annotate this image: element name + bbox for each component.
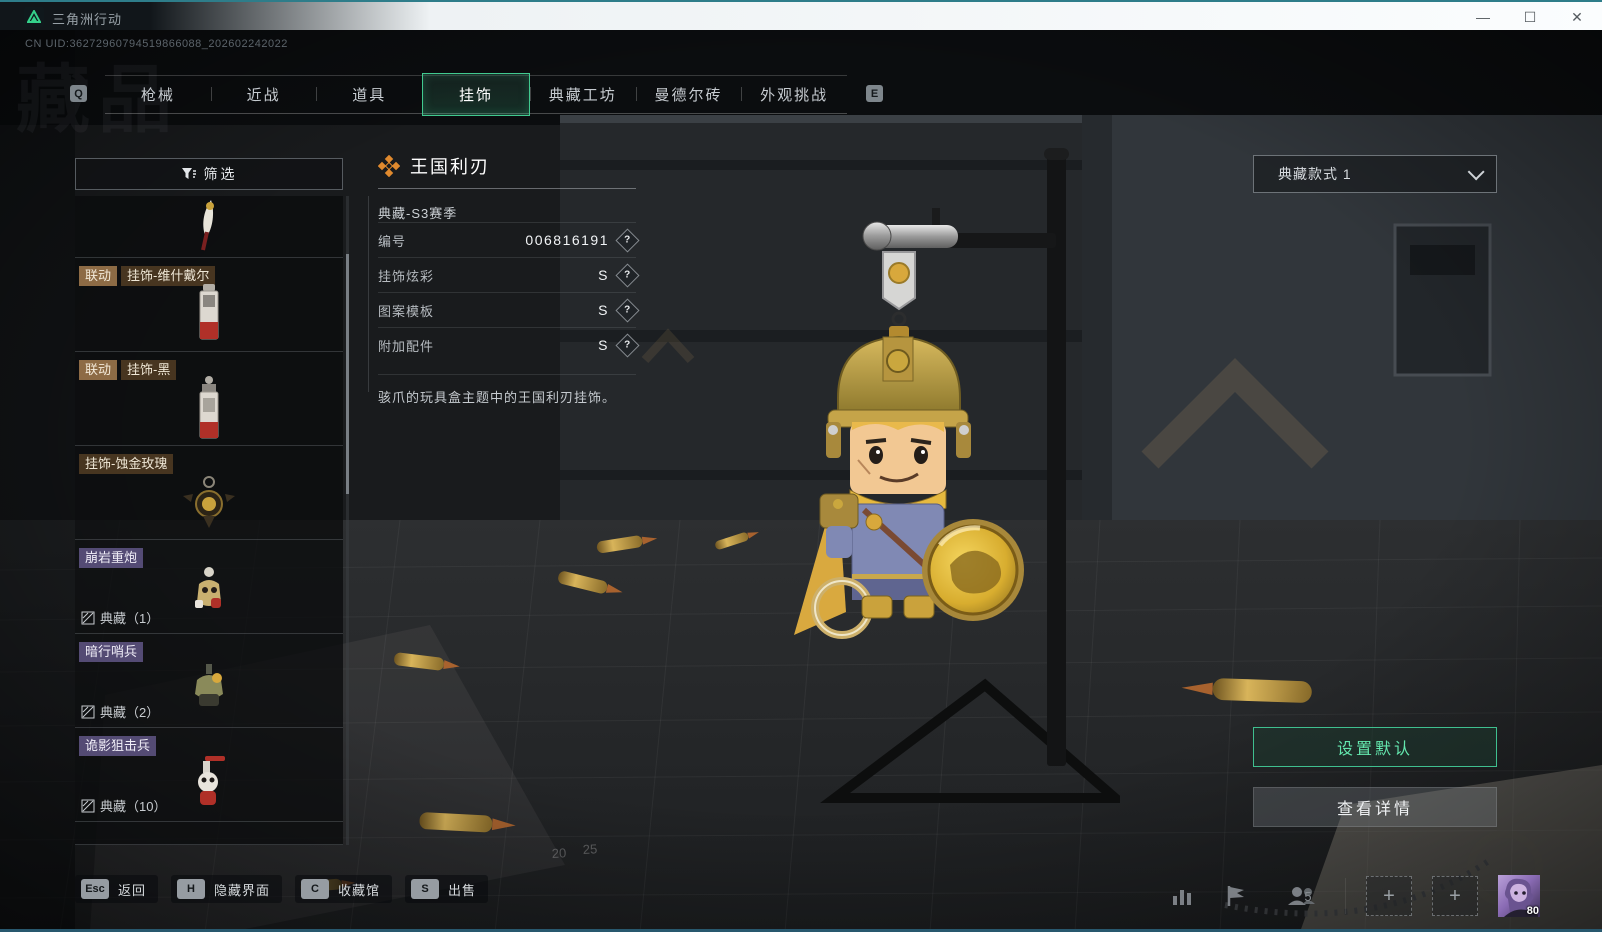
list-item[interactable]: 诡影狙击兵 典藏（10） xyxy=(75,728,343,822)
footer-icon-bar: 5 + + 80 xyxy=(1165,870,1540,922)
detail-row-pattern: 图案模板 S ? xyxy=(378,292,636,327)
collection-count: 典藏（1） xyxy=(81,608,159,627)
item-description: 骇爪的玩具盒主题中的王国利刃挂饰。 xyxy=(378,374,636,406)
tab-melee[interactable]: 近战 xyxy=(211,76,317,113)
pendant-list: 联动 挂饰-维什戴尔 联动 挂饰-黑 xyxy=(75,196,343,845)
list-scrollbar xyxy=(346,196,349,845)
item-name-label: 暗行哨兵 xyxy=(79,642,143,662)
collab-badge: 联动 xyxy=(79,360,117,380)
app-logo-icon xyxy=(24,7,44,27)
tab-items[interactable]: 道具 xyxy=(316,76,422,113)
list-item[interactable]: 挂饰-蚀金玫瑰 xyxy=(75,446,343,540)
tab-mandel-brick[interactable]: 曼德尔砖 xyxy=(636,76,742,113)
filter-funnel-icon xyxy=(181,167,196,181)
tab-pendants[interactable]: 挂饰 xyxy=(422,73,530,116)
flag-icon xyxy=(1225,884,1247,908)
detail-row-accessory: 附加配件 S ? xyxy=(378,327,636,362)
collection-pattern-icon xyxy=(81,611,95,625)
item-detail-panel: 王国利刃 典藏-S3赛季 编号 006816191 ? 挂饰炫彩 S ? 图案模… xyxy=(378,148,636,406)
item-name-label: 挂饰-蚀金玫瑰 xyxy=(79,454,173,474)
minimize-button[interactable]: — xyxy=(1466,6,1500,28)
list-item[interactable] xyxy=(75,196,343,258)
help-icon[interactable]: ? xyxy=(615,298,639,322)
grade-value: S xyxy=(598,267,609,283)
window-titlebar: 三角洲行动 — ☐ ✕ xyxy=(0,0,1602,30)
tab-firearms[interactable]: 枪械 xyxy=(105,76,211,113)
grade-value: S xyxy=(598,302,609,318)
pendant-display-stand xyxy=(780,130,1120,830)
tab-collection-workshop[interactable]: 典藏工坊 xyxy=(530,76,636,113)
add-slot-button[interactable]: + xyxy=(1366,876,1412,916)
shortcut-collection-hall[interactable]: C 收藏馆 xyxy=(295,875,392,903)
charm-thumbnail xyxy=(189,198,229,254)
view-details-button[interactable]: 查看详情 xyxy=(1253,787,1497,827)
panel-divider xyxy=(368,196,369,392)
list-item[interactable]: 联动 挂饰-黑 xyxy=(75,352,343,446)
charm-thumbnail xyxy=(187,664,231,714)
app-window: 20 25 xyxy=(0,0,1602,932)
detail-row-number: 编号 006816191 ? xyxy=(378,222,636,257)
style-dropdown[interactable]: 典藏款式 1 xyxy=(1253,155,1497,193)
social-button[interactable]: 5 xyxy=(1273,879,1325,913)
category-tabbar: 枪械 近战 道具 挂饰 典藏工坊 曼德尔砖 外观挑战 xyxy=(105,75,847,114)
window-title: 三角洲行动 xyxy=(52,9,122,28)
collection-grade-icon xyxy=(378,155,400,177)
list-item[interactable] xyxy=(75,822,343,845)
help-icon[interactable]: ? xyxy=(615,263,639,287)
maximize-button[interactable]: ☐ xyxy=(1513,6,1547,28)
collection-count: 典藏（2） xyxy=(81,702,159,721)
charm-thumbnail xyxy=(181,474,237,534)
shortcut-back[interactable]: Esc 返回 xyxy=(75,875,158,903)
bar-chart-icon xyxy=(1170,884,1194,908)
filter-button[interactable]: 筛选 xyxy=(75,158,343,190)
grade-value: S xyxy=(598,337,609,353)
serial-number: 006816191 xyxy=(525,232,609,248)
charm-thumbnail xyxy=(187,754,231,810)
list-item[interactable]: 联动 挂饰-维什戴尔 xyxy=(75,258,343,352)
charm-thumbnail xyxy=(189,282,229,350)
help-icon[interactable]: ? xyxy=(615,228,639,252)
close-button[interactable]: ✕ xyxy=(1560,6,1594,28)
item-name-label: 挂饰-黑 xyxy=(121,360,176,380)
season-label: 典藏-S3赛季 xyxy=(378,203,636,222)
item-name-label: 诡影狙击兵 xyxy=(79,736,156,756)
avatar-level-badge: 80 xyxy=(1527,905,1539,917)
help-icon[interactable]: ? xyxy=(615,333,639,357)
list-item[interactable]: 暗行哨兵 典藏（2） xyxy=(75,634,343,728)
add-slot-button[interactable]: + xyxy=(1432,876,1478,916)
shortcut-sell[interactable]: S 出售 xyxy=(405,875,488,903)
set-default-button[interactable]: 设置默认 xyxy=(1253,727,1497,767)
collab-badge: 联动 xyxy=(79,266,117,286)
chevron-down-icon xyxy=(1468,163,1485,180)
collection-pattern-icon xyxy=(81,705,95,719)
tab-next-keyhint: E xyxy=(866,85,883,102)
player-avatar[interactable]: 80 xyxy=(1498,875,1540,917)
online-count: 5 xyxy=(1304,889,1311,904)
stats-button[interactable] xyxy=(1165,879,1199,913)
collection-pattern-icon xyxy=(81,799,95,813)
item-name-label: 崩岩重炮 xyxy=(79,548,143,568)
tab-appearance-challenge[interactable]: 外观挑战 xyxy=(741,76,847,113)
charm-thumbnail xyxy=(189,374,229,444)
people-icon xyxy=(1286,884,1316,908)
collection-count: 典藏（10） xyxy=(81,796,166,815)
tab-prev-keyhint: Q xyxy=(70,85,87,102)
report-button[interactable] xyxy=(1219,879,1253,913)
shortcut-hide-ui[interactable]: H 隐藏界面 xyxy=(171,875,282,903)
item-title: 王国利刃 xyxy=(410,153,490,179)
detail-row-colorway: 挂饰炫彩 S ? xyxy=(378,257,636,292)
shortcut-bar: Esc 返回 H 隐藏界面 C 收藏馆 S 出售 xyxy=(75,875,488,903)
uid-text: CN UID:36272960794519866088_202602242022 xyxy=(25,38,288,50)
charm-thumbnail xyxy=(187,566,231,618)
scrollbar-thumb[interactable] xyxy=(346,254,349,494)
list-item[interactable]: 崩岩重炮 典藏（1） xyxy=(75,540,343,634)
